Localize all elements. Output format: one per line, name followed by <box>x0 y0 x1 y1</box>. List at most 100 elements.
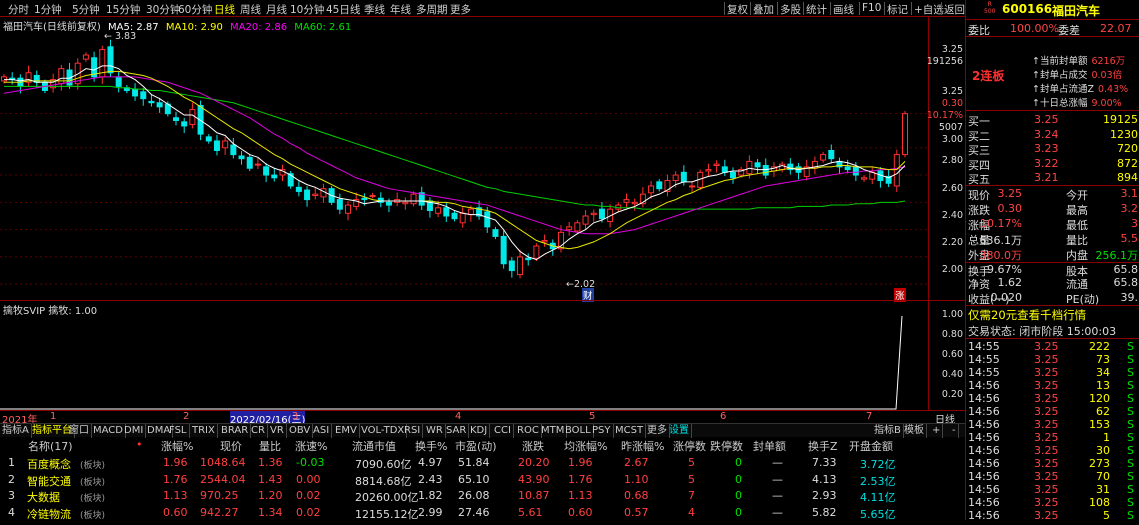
candle[interactable] <box>263 166 270 176</box>
period-tab-6[interactable]: 日线 <box>214 2 235 17</box>
candle[interactable] <box>590 212 597 216</box>
indicator-tab-20[interactable]: ROC <box>515 424 542 438</box>
toolbar-button-7[interactable]: +自选 <box>914 2 944 17</box>
period-tab-11[interactable]: 季线 <box>364 2 385 17</box>
indicator-tab-18[interactable]: KDJ <box>468 424 491 438</box>
candle[interactable] <box>459 212 466 224</box>
period-tab-7[interactable]: 周线 <box>240 2 261 17</box>
indicator-tab-13[interactable]: EMV <box>333 424 360 438</box>
time-bar[interactable]: 2021年 1 2 2022/02/16(三) 3 4 5 6 7 日线 <box>0 410 965 426</box>
candle[interactable] <box>508 260 515 272</box>
candle[interactable] <box>656 181 663 190</box>
candle[interactable] <box>361 197 368 201</box>
table-header[interactable]: 涨速% <box>295 438 327 454</box>
candle[interactable] <box>205 136 212 142</box>
period-tab-1[interactable]: 1分钟 <box>34 2 62 17</box>
candle[interactable] <box>762 165 769 176</box>
candle[interactable] <box>492 229 499 237</box>
period-tab-13[interactable]: 多周期 <box>416 2 448 17</box>
period-tab-9[interactable]: 10分钟 <box>290 2 324 17</box>
toolbar-button-5[interactable]: F10 <box>862 2 881 14</box>
candle[interactable] <box>369 195 376 198</box>
table-header[interactable]: 开盘金额 <box>849 438 893 454</box>
candle[interactable] <box>566 226 573 231</box>
table-header[interactable]: 量比 <box>259 438 281 454</box>
period-tab-14[interactable]: 更多 <box>450 2 471 17</box>
candle[interactable] <box>107 46 114 74</box>
candle[interactable] <box>828 149 835 160</box>
table-header[interactable]: 涨停数 <box>673 438 706 454</box>
candle[interactable] <box>410 193 417 205</box>
indicator-tab-17[interactable]: SAR <box>444 424 470 438</box>
candle[interactable] <box>902 113 908 156</box>
candle[interactable] <box>181 121 188 127</box>
candle[interactable] <box>443 207 450 217</box>
tab-right-3[interactable]: - <box>950 424 959 438</box>
tab-right-2[interactable]: + <box>930 424 944 438</box>
indicator-tab-9[interactable]: CR <box>249 424 268 438</box>
indicator-tab-8[interactable]: BRAR <box>219 424 252 438</box>
toolbar-button-1[interactable]: 叠加 <box>753 2 774 17</box>
candle[interactable] <box>680 171 687 183</box>
candle[interactable] <box>754 162 761 168</box>
candle[interactable] <box>820 154 827 161</box>
candle[interactable] <box>689 185 696 188</box>
indicator-tab-15[interactable]: RSI <box>402 424 424 438</box>
period-tab-4[interactable]: 30分钟 <box>146 2 180 17</box>
kline-chart[interactable]: 福田汽车(日线前复权) MA5: 2.87 MA10: 2.90 MA20: 2… <box>0 17 928 302</box>
candle[interactable] <box>140 91 147 100</box>
table-row[interactable]: 1 百度概念 (板块) 1.96 1048.64 1.36 -0.03 7090.60亿 4.9… <box>0 454 965 471</box>
candle[interactable] <box>189 109 196 126</box>
candle[interactable] <box>213 140 220 151</box>
candle[interactable] <box>852 166 859 176</box>
candle[interactable] <box>861 177 868 180</box>
indicator-tab-26[interactable]: 设置 <box>667 424 692 438</box>
table-header[interactable]: 昨涨幅% <box>621 438 664 454</box>
table-row[interactable]: 3 大数据 (板块) 1.13 970.25 1.20 0.02 20260.00亿 1.82 2… <box>0 487 965 504</box>
candle[interactable] <box>893 154 900 187</box>
candle[interactable] <box>484 211 491 228</box>
candle[interactable] <box>574 222 581 232</box>
tab-right-1[interactable]: 模板 <box>902 424 927 438</box>
table-row[interactable]: 2 智能交通 (板块) 1.76 2544.04 1.43 0.00 8814.68亿 2.43… <box>0 471 965 488</box>
candle[interactable] <box>672 174 679 182</box>
indicator-tab-6[interactable]: FSL <box>167 424 190 438</box>
indicator-tab-0[interactable]: 指标A <box>0 424 32 438</box>
tab-right-0[interactable]: 指标B <box>872 424 904 438</box>
table-row[interactable]: 4 冷链物流 (板块) 0.60 942.27 1.34 0.02 12155.12亿 2.99… <box>0 504 965 521</box>
table-header[interactable]: 换手Z <box>808 438 838 454</box>
period-tab-2[interactable]: 5分钟 <box>72 2 100 17</box>
candle[interactable] <box>173 117 180 121</box>
candle[interactable] <box>304 189 311 201</box>
indicator-tab-7[interactable]: TRIX <box>190 424 218 438</box>
period-tab-0[interactable]: 分时 <box>8 2 29 17</box>
table-header[interactable]: 换手% <box>415 438 447 454</box>
candle[interactable] <box>312 193 319 197</box>
toolbar-button-0[interactable]: 复权 <box>727 2 748 17</box>
table-header[interactable]: 均涨幅% <box>564 438 607 454</box>
table-header[interactable]: 涨幅% <box>161 438 193 454</box>
candle[interactable] <box>729 171 736 179</box>
candle[interactable] <box>271 174 278 179</box>
indicator-tab-3[interactable]: MACD <box>91 424 126 438</box>
period-tab-3[interactable]: 15分钟 <box>106 2 140 17</box>
toolbar-button-4[interactable]: 画线 <box>833 2 854 17</box>
candle[interactable] <box>156 102 163 108</box>
candle[interactable] <box>451 212 458 220</box>
table-header[interactable]: 跌停数 <box>710 438 743 454</box>
candle[interactable] <box>222 140 229 149</box>
level2-ad-link[interactable]: 仅需20元查看千档行情 <box>968 307 1086 323</box>
candle[interactable] <box>598 208 605 220</box>
candle[interactable] <box>746 160 753 175</box>
candle[interactable] <box>713 163 720 167</box>
period-tab-8[interactable]: 月线 <box>266 2 287 17</box>
candle[interactable] <box>582 215 589 225</box>
table-header[interactable]: 现价 <box>220 438 242 454</box>
candle[interactable] <box>385 201 392 206</box>
candle[interactable] <box>336 199 343 210</box>
candle[interactable] <box>525 257 532 261</box>
candle[interactable] <box>148 100 155 104</box>
candle[interactable] <box>295 186 302 192</box>
candle[interactable] <box>721 166 728 173</box>
table-header[interactable]: 名称(17) <box>28 438 73 454</box>
